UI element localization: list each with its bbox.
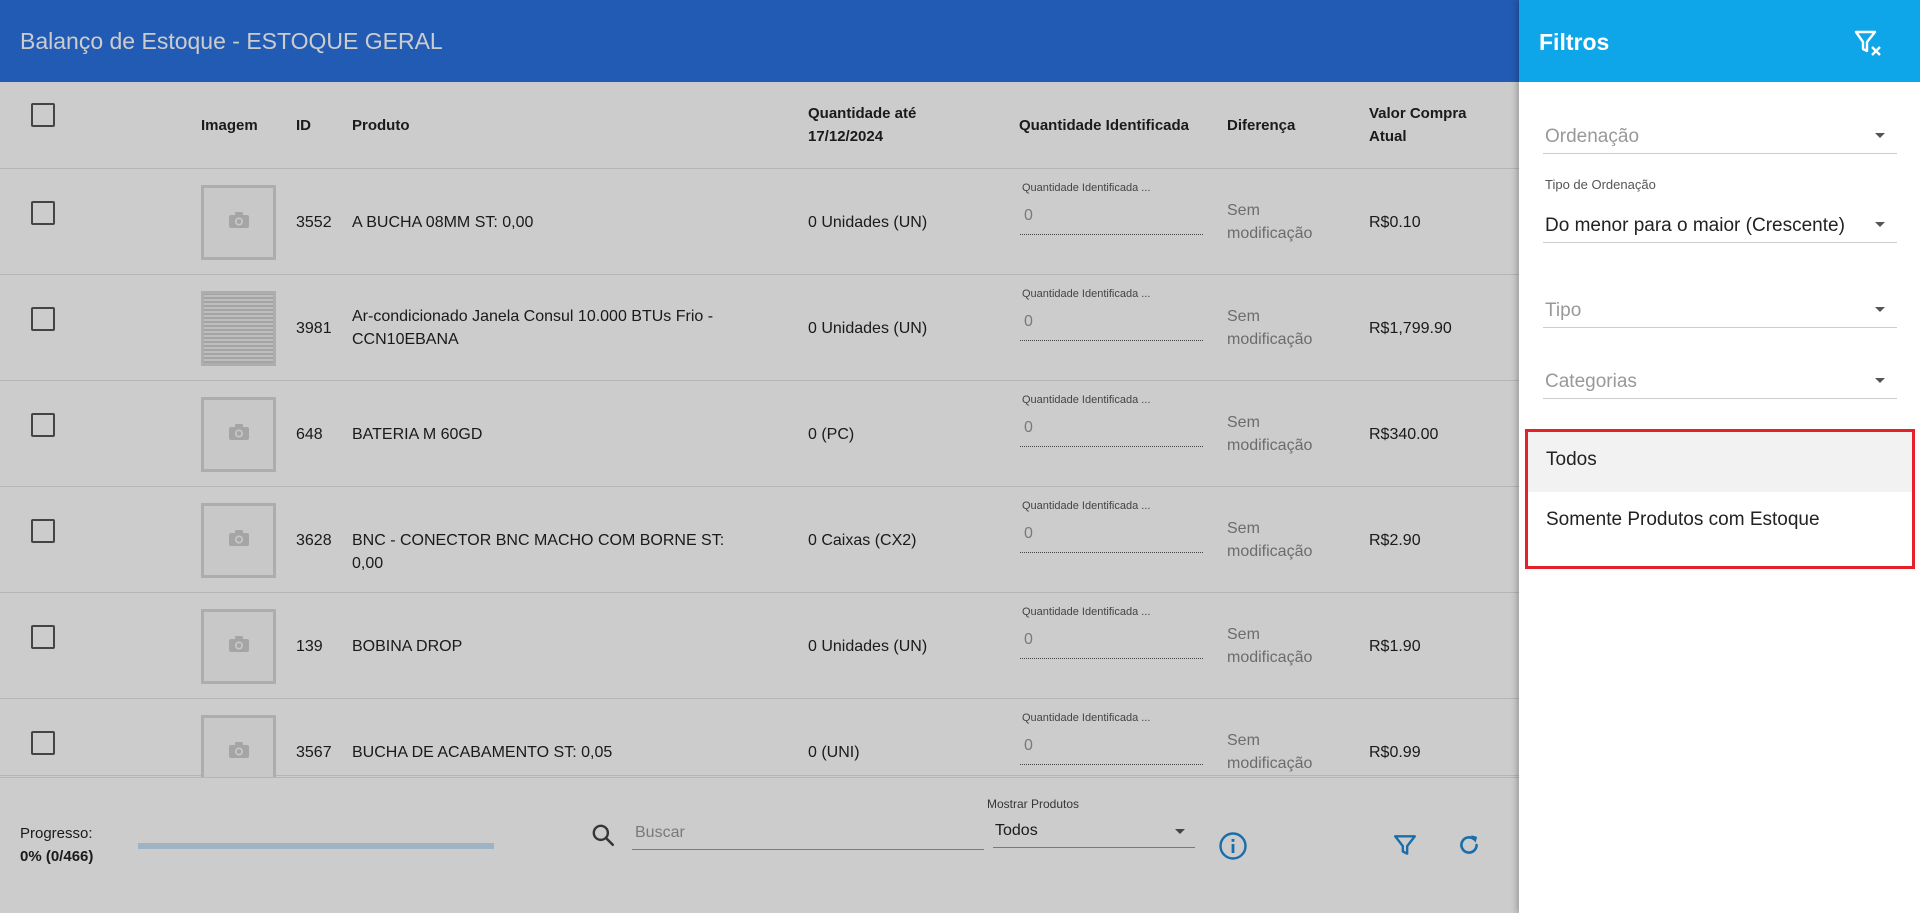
ordering-type-value: Do menor para o maior (Crescente) <box>1545 215 1845 236</box>
clear-filter-icon[interactable] <box>1853 28 1883 63</box>
type-select[interactable]: Tipo <box>1543 292 1897 328</box>
app: Balanço de Estoque - ESTOQUE GERAL Image… <box>0 0 1920 913</box>
main-panel: Balanço de Estoque - ESTOQUE GERAL Image… <box>0 0 1519 913</box>
type-placeholder: Tipo <box>1545 300 1582 321</box>
ordering-type-label: Tipo de Ordenação <box>1545 177 1656 192</box>
menu-option-todos[interactable]: Todos <box>1528 432 1912 492</box>
menu-option-somente-estoque[interactable]: Somente Produtos com Estoque <box>1528 492 1912 552</box>
chevron-down-icon <box>1875 307 1885 312</box>
dropdown-menu: Todos Somente Produtos com Estoque <box>1525 429 1915 569</box>
drawer-title: Filtros <box>1539 29 1610 55</box>
categories-select[interactable]: Categorias <box>1543 363 1897 399</box>
chevron-down-icon <box>1875 222 1885 227</box>
drawer-header: Filtros <box>1519 0 1920 82</box>
categories-placeholder: Categorias <box>1545 371 1637 392</box>
ordering-select[interactable]: Ordenação <box>1543 118 1897 154</box>
ordering-type-select[interactable]: Tipo de Ordenação Do menor para o maior … <box>1543 177 1897 243</box>
chevron-down-icon <box>1875 378 1885 383</box>
ordering-placeholder: Ordenação <box>1545 126 1640 147</box>
chevron-down-icon <box>1875 133 1885 138</box>
modal-overlay[interactable] <box>0 0 1519 913</box>
